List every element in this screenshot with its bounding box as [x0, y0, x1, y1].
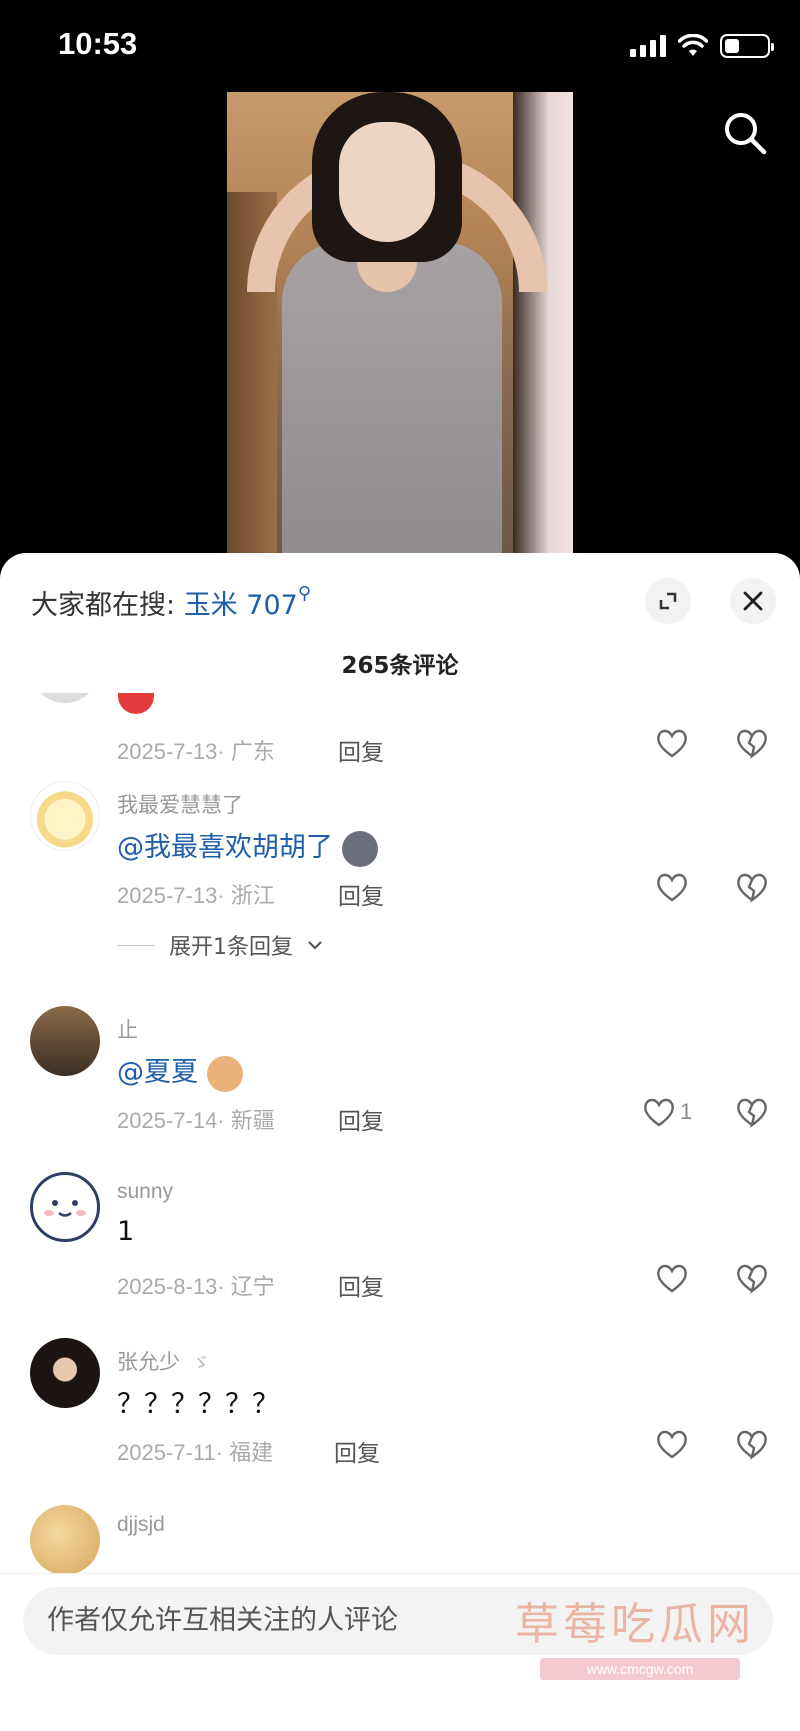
trending-search-icon: ⚲ [297, 583, 311, 604]
like-button[interactable]: 1 [642, 1096, 692, 1128]
comment-text: ？？？？？？ [117, 1389, 279, 1420]
comment-meta: 2025-7-14· 新疆 [117, 1108, 275, 1133]
comment-username[interactable]: djjsjd [117, 1513, 165, 1537]
comment-username[interactable]: 我最爱慧慧了 [117, 789, 243, 819]
divider-line [117, 944, 155, 946]
dislike-button[interactable] [735, 1262, 769, 1298]
trending-term[interactable]: 玉米 707 [184, 590, 298, 621]
dislike-button[interactable] [735, 1428, 769, 1464]
reply-button[interactable]: 回复 [334, 1434, 380, 1468]
search-icon[interactable] [722, 110, 768, 156]
expand-button[interactable] [645, 578, 691, 624]
chevron-down-icon [308, 941, 322, 950]
watermark-url: www.cmcgw.com [540, 1658, 740, 1680]
comment-text: 1 [117, 1216, 135, 1247]
mention-link[interactable]: @我最喜欢胡胡了 [117, 832, 333, 863]
comment-meta: 2025-7-13· 广东 [117, 739, 275, 764]
avatar[interactable] [30, 1338, 100, 1408]
comment-username[interactable]: 张允少 ゞ [117, 1346, 210, 1376]
comment-meta: 2025-7-11· 福建 [117, 1440, 274, 1465]
husky-emoji [341, 830, 378, 867]
video-background-door [513, 92, 573, 562]
dislike-button[interactable] [735, 871, 769, 907]
avatar[interactable] [30, 781, 100, 851]
mention-link[interactable]: @夏夏 [117, 1057, 198, 1088]
heart-outline-icon [657, 1430, 687, 1459]
dislike-button[interactable] [735, 1096, 769, 1132]
sheet-header: 大家都在搜: 玉米 707⚲ [0, 553, 800, 643]
reply-button[interactable]: 回复 [338, 877, 384, 911]
dislike-button[interactable] [735, 727, 769, 763]
reply-button[interactable]: 回复 [338, 1268, 384, 1302]
heart-outline-icon [657, 729, 687, 758]
broken-heart-icon [737, 729, 767, 759]
close-icon [743, 591, 763, 611]
avatar[interactable] [30, 1172, 100, 1242]
broken-heart-icon [737, 873, 767, 903]
badge-icon: ゞ [191, 1353, 210, 1373]
comments-sheet: 大家都在搜: 玉米 707⚲ 265条评论 2025-7-13· 广东 回复 我… [0, 553, 800, 1731]
like-button[interactable] [655, 1428, 689, 1460]
broken-heart-icon [737, 1098, 767, 1128]
smiley-avatar-icon [44, 1200, 86, 1217]
signal-icon [630, 35, 666, 57]
reply-button[interactable]: 回复 [338, 733, 384, 767]
close-button[interactable] [730, 578, 776, 624]
broken-heart-icon [737, 1264, 767, 1294]
watermark-text: 草莓吃瓜网 [515, 1599, 755, 1650]
comment-input-bar: 作者仅允许互相关注的人评论 草莓吃瓜网 www.cmcgw.com [0, 1573, 800, 1731]
status-time: 10:53 [58, 26, 138, 61]
trending-search[interactable]: 大家都在搜: 玉米 707⚲ [31, 583, 311, 622]
heart-outline-icon [644, 1098, 674, 1127]
comment-username[interactable]: sunny [117, 1180, 173, 1204]
comment-username-text: 张允少 [117, 1351, 180, 1374]
comment-username[interactable]: 止 [117, 1014, 138, 1044]
comment-meta: 2025-7-13· 浙江 [117, 883, 275, 908]
broken-heart-icon [737, 1430, 767, 1460]
like-button[interactable] [655, 1262, 689, 1294]
expand-icon [659, 592, 677, 610]
heart-outline-icon [657, 873, 687, 902]
heart-outline-icon [657, 1264, 687, 1293]
like-count: 1 [680, 1099, 693, 1124]
heart-emoji [118, 693, 154, 714]
expand-replies-button[interactable]: 展开1条回复 [117, 929, 323, 961]
comment-text: @夏夏 [117, 1050, 243, 1092]
comment-text: @我最喜欢胡胡了 [117, 825, 378, 867]
status-bar: 10:53 [0, 0, 800, 92]
trending-prefix: 大家都在搜: [31, 590, 184, 621]
comment-list[interactable]: 2025-7-13· 广东 回复 我最爱慧慧了 @我最喜欢胡胡了 2025-7-… [0, 693, 800, 1573]
avatar[interactable] [30, 1505, 100, 1573]
cat-emoji [206, 1055, 243, 1092]
avatar[interactable] [30, 1006, 100, 1076]
reply-button[interactable]: 回复 [338, 1102, 384, 1136]
status-icons [630, 34, 774, 58]
avatar[interactable] [30, 693, 100, 703]
comment-meta: 2025-8-13· 辽宁 [117, 1274, 275, 1299]
like-button[interactable] [655, 727, 689, 759]
battery-icon [720, 34, 774, 58]
comment-count: 265条评论 [341, 653, 459, 679]
wifi-icon [678, 34, 708, 56]
expand-replies-label: 展开1条回复 [169, 935, 293, 960]
like-button[interactable] [655, 871, 689, 903]
video-player[interactable] [227, 92, 573, 562]
